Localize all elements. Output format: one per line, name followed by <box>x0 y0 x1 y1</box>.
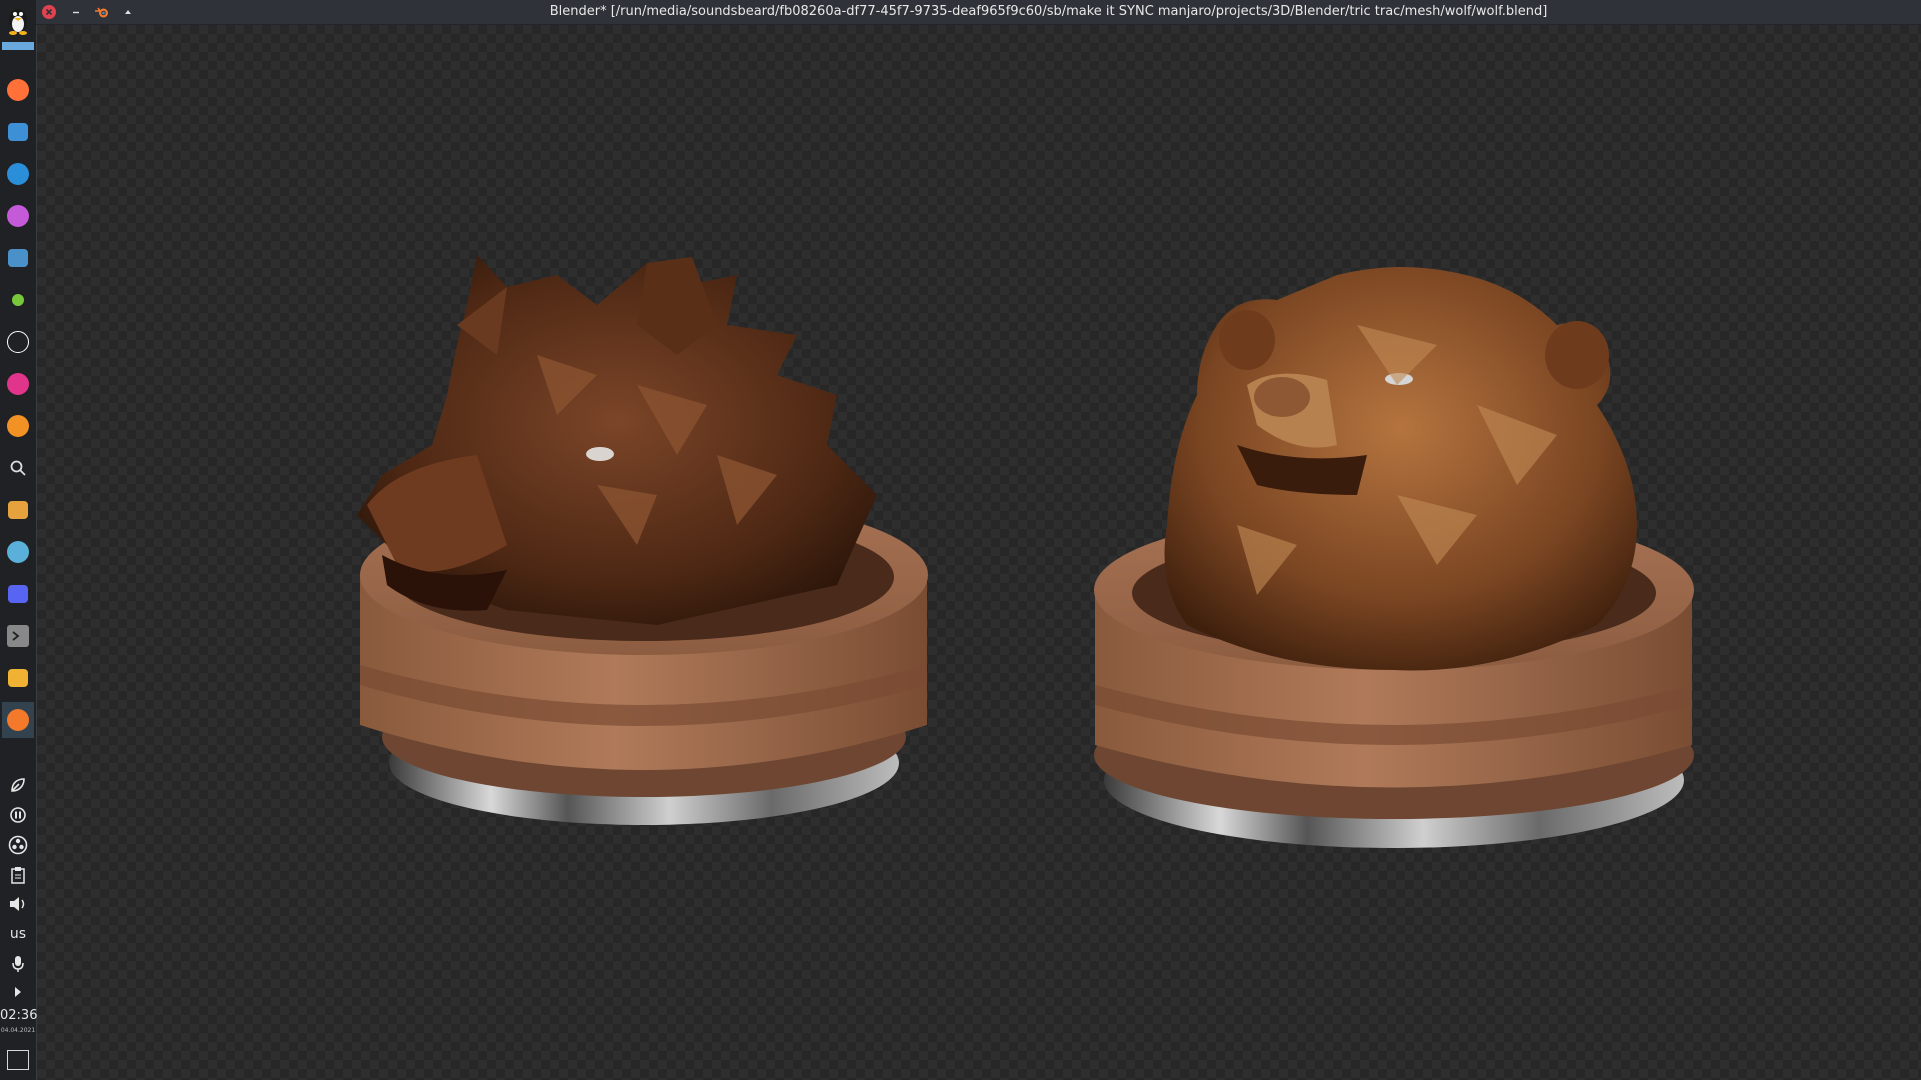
render-image <box>357 255 1694 848</box>
dock-launcher-terminal[interactable] <box>2 618 34 654</box>
bear-bust <box>1094 266 1694 848</box>
media-icon <box>8 501 28 519</box>
dock-launcher-file-manager[interactable] <box>2 114 34 150</box>
star-icon <box>7 541 29 563</box>
terminal-icon <box>7 625 29 647</box>
orange-circle-icon <box>7 415 29 437</box>
window-title: Blender* [/run/media/soundsbeard/fb08260… <box>549 4 1548 19</box>
render-viewport[interactable] <box>37 25 1921 1080</box>
dock-launcher-discord-alt[interactable] <box>2 660 34 696</box>
firefox-icon <box>7 79 29 101</box>
keep-above-button[interactable] <box>120 4 136 20</box>
microphone-icon <box>12 956 24 972</box>
window-app-icon[interactable] <box>94 4 110 20</box>
keyboard-layout-label: us <box>9 926 27 942</box>
workspace-pager[interactable] <box>2 42 34 50</box>
tray-item[interactable] <box>0 861 36 889</box>
triangle-up-icon <box>125 10 131 14</box>
window-titlebar[interactable]: Blender* [/run/media/soundsbeard/fb08260… <box>36 0 1921 25</box>
minimize-button[interactable] <box>68 4 84 20</box>
clipboard-icon <box>11 867 25 884</box>
calendar-icon <box>8 249 28 267</box>
obs-icon <box>7 331 29 353</box>
dock-launcher-obs[interactable] <box>2 324 34 360</box>
chat-icon <box>8 669 28 687</box>
dock-launcher-color-app[interactable] <box>2 198 34 234</box>
blender-icon <box>95 7 108 18</box>
tray-expand-button[interactable] <box>0 978 36 1006</box>
tray-item[interactable] <box>0 801 36 829</box>
dock-launcher-media[interactable] <box>2 492 34 528</box>
palette-icon <box>7 205 29 227</box>
discord-icon <box>8 585 28 603</box>
blender-icon <box>7 709 29 731</box>
dock-launcher-color-picker[interactable] <box>2 366 34 402</box>
clock-date: 04.04.2021 <box>0 1027 36 1034</box>
tray-item[interactable] <box>0 831 36 859</box>
tray-item[interactable] <box>0 950 36 978</box>
left-panel: us 02:36 04.04.2021 <box>0 0 37 1080</box>
circle-icon <box>12 294 24 306</box>
dock-launcher-discord[interactable] <box>2 576 34 612</box>
globe-icon <box>7 163 29 185</box>
dock-launcher-inkscape[interactable] <box>2 534 34 570</box>
tux-icon <box>9 9 27 35</box>
dock-launcher-green-app[interactable] <box>2 282 34 318</box>
folder-icon <box>8 123 28 141</box>
minimize-icon <box>73 11 79 14</box>
wolf-bust <box>357 255 928 825</box>
obs-tray-icon <box>8 835 28 855</box>
dock-launcher-browser[interactable] <box>2 156 34 192</box>
dock-launcher-calendar[interactable] <box>2 240 34 276</box>
flame-icon <box>7 373 29 395</box>
tray-item[interactable] <box>0 771 36 799</box>
volume-icon <box>10 897 25 911</box>
show-desktop-button[interactable] <box>7 1050 29 1070</box>
clock-time[interactable]: 02:36 <box>0 1008 37 1023</box>
dock-launcher-search[interactable] <box>2 450 34 486</box>
close-button[interactable] <box>41 4 57 20</box>
dock-launcher-orange-app[interactable] <box>2 408 34 444</box>
leaf-icon <box>11 778 25 792</box>
dock-launcher-firefox[interactable] <box>2 72 34 108</box>
close-icon <box>42 5 56 19</box>
search-icon <box>7 457 29 479</box>
pause-icon <box>10 807 26 823</box>
chevron-right-icon <box>15 987 21 997</box>
app-menu-button[interactable] <box>2 2 34 38</box>
tray-item[interactable] <box>0 890 36 918</box>
keyboard-layout-indicator[interactable]: us <box>0 920 36 948</box>
dock-launcher-blender[interactable] <box>2 702 34 738</box>
